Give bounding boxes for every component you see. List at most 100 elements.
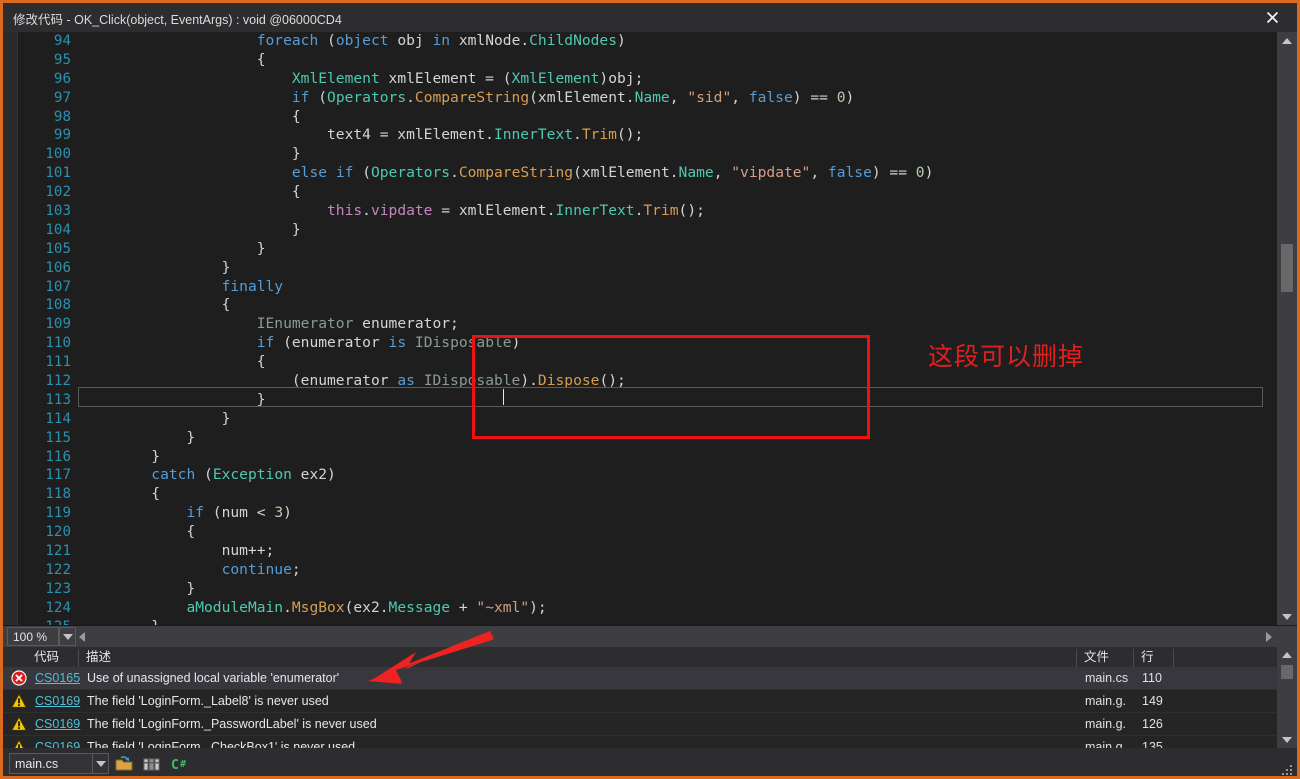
error-list-row[interactable]: CS0169 The field 'LoginForm._Label8' is n… xyxy=(3,690,1277,713)
error-file: main.g. xyxy=(1085,740,1126,748)
error-list-vertical-scrollbar[interactable] xyxy=(1277,647,1297,748)
error-list-row[interactable]: CS0169 The field 'LoginForm._CheckBox1' i… xyxy=(3,736,1277,748)
editor-vertical-scrollbar[interactable] xyxy=(1277,32,1297,625)
line-number: 125 xyxy=(17,618,71,625)
line-source: } xyxy=(81,428,196,446)
annotation-note: 这段可以删掉 xyxy=(928,342,1085,371)
code-line: 110 if (enumerator is IDisposable) xyxy=(17,334,1277,353)
code-line: 106 } xyxy=(17,259,1277,278)
code-line: 118 { xyxy=(17,485,1277,504)
line-source: { xyxy=(81,523,196,541)
column-header-line[interactable]: 行 xyxy=(1134,649,1174,667)
code-line: 100 } xyxy=(17,145,1277,164)
line-source: } xyxy=(81,239,266,257)
line-number: 98 xyxy=(53,108,71,125)
code-line: 109 IEnumerator enumerator; xyxy=(17,315,1277,334)
code-line: 94 foreach (object obj in xmlNode.ChildN… xyxy=(17,32,1277,51)
code-line: 98 { xyxy=(17,108,1277,127)
error-line-number: 149 xyxy=(1142,694,1163,708)
open-folder-icon[interactable] xyxy=(115,755,133,773)
error-description: The field 'LoginForm._Label8' is never u… xyxy=(87,694,329,708)
error-scroll-up-icon[interactable] xyxy=(1277,647,1297,663)
resize-grip[interactable] xyxy=(1282,765,1294,776)
code-line: 96 XmlElement xmlElement = (XmlElement)o… xyxy=(17,70,1277,89)
line-source: } xyxy=(71,618,160,625)
column-header-desc[interactable]: 描述 xyxy=(79,649,1077,667)
code-line: 123 } xyxy=(17,580,1277,599)
modify-code-window: 修改代码 - OK_Click(object, EventArgs) : voi… xyxy=(0,0,1300,779)
text-caret xyxy=(503,389,504,405)
line-source: { xyxy=(81,107,301,125)
line-source: else if (Operators.CompareString(xmlElem… xyxy=(291,164,934,182)
close-icon[interactable] xyxy=(1253,3,1291,32)
line-number: 105 xyxy=(45,240,71,257)
code-line: 108 { xyxy=(17,296,1277,315)
editor-scroll-thumb[interactable] xyxy=(1281,244,1293,292)
scrollbar-corner xyxy=(1277,626,1297,647)
line-source: text4 = xmlElement.InnerText.Trim(); xyxy=(81,126,644,144)
error-scroll-down-icon[interactable] xyxy=(1277,732,1297,748)
error-list-row[interactable]: CS0169 The field 'LoginForm._PasswordLabe… xyxy=(3,713,1277,736)
scroll-down-icon[interactable] xyxy=(1277,608,1297,625)
error-line-number: 110 xyxy=(1142,671,1162,685)
error-code-link[interactable]: CS0169 xyxy=(35,739,80,748)
line-number: 100 xyxy=(45,146,71,163)
line-number: 102 xyxy=(45,184,71,201)
csharp-icon[interactable]: C # xyxy=(171,755,189,773)
svg-text:C: C xyxy=(171,758,179,772)
error-code-link[interactable]: CS0169 xyxy=(35,693,80,709)
line-source: { xyxy=(81,183,301,201)
line-source: if (enumerator is IDisposable) xyxy=(256,334,521,352)
hscroll-left-arrow-icon[interactable] xyxy=(73,626,90,647)
file-select-value[interactable]: main.cs xyxy=(9,753,99,774)
error-icon xyxy=(11,670,27,686)
error-list-header: 代码 描述 文件行 xyxy=(3,647,1297,668)
error-list-body[interactable]: CS0165 Use of unassigned local variable '… xyxy=(3,667,1277,748)
line-number: 122 xyxy=(45,561,71,578)
error-scroll-thumb[interactable] xyxy=(1281,665,1293,679)
error-code-link[interactable]: CS0169 xyxy=(35,716,80,732)
code-text-area[interactable]: 94 foreach (object obj in xmlNode.ChildN… xyxy=(17,32,1277,625)
code-line: 107 finally xyxy=(17,278,1277,297)
code-line: 95 { xyxy=(17,51,1277,70)
error-line-number: 126 xyxy=(1142,717,1163,731)
code-line: 103 this.vipdate = xmlElement.InnerText.… xyxy=(17,202,1277,221)
line-number: 94 xyxy=(53,33,71,49)
line-number: 113 xyxy=(45,391,71,408)
code-line: 116 } xyxy=(17,448,1277,467)
column-header-file[interactable]: 文件 xyxy=(1077,649,1134,667)
library-icon[interactable] xyxy=(143,755,161,773)
line-number: 116 xyxy=(45,448,71,465)
error-list-row[interactable]: CS0165 Use of unassigned local variable '… xyxy=(3,667,1277,690)
line-number: 121 xyxy=(45,543,71,560)
svg-text:#: # xyxy=(180,759,186,770)
line-source: if (num < 3) xyxy=(186,504,292,522)
code-editor[interactable]: 94 foreach (object obj in xmlNode.ChildN… xyxy=(3,32,1297,625)
zoom-level-value[interactable]: 100 % xyxy=(7,627,59,646)
hscroll-right-arrow-icon[interactable] xyxy=(1260,626,1277,647)
line-number: 96 xyxy=(53,70,71,87)
error-description: The field 'LoginForm._CheckBox1' is neve… xyxy=(87,740,356,748)
error-file: main.g. xyxy=(1085,717,1126,731)
code-line: 112 (enumerator as IDisposable).Dispose(… xyxy=(17,372,1277,391)
code-line: 120 { xyxy=(17,523,1277,542)
error-line-number: 135 xyxy=(1142,740,1163,748)
line-source: { xyxy=(81,353,266,371)
file-select-chevron-down-icon[interactable] xyxy=(92,753,109,774)
code-line: 119 if (num < 3) xyxy=(17,504,1277,523)
line-source: aModuleMain.MsgBox(ex2.Message + "~xml")… xyxy=(186,598,547,616)
column-header-code[interactable]: 代码 xyxy=(27,649,79,667)
code-line: 125 } xyxy=(17,618,1277,625)
code-line: 117 catch (Exception ex2) xyxy=(17,466,1277,485)
line-number: 109 xyxy=(45,316,71,333)
scroll-up-icon[interactable] xyxy=(1277,32,1297,49)
line-source: { xyxy=(81,485,161,503)
line-number: 114 xyxy=(45,410,71,427)
line-source: } xyxy=(81,220,301,238)
code-line: 122 continue; xyxy=(17,561,1277,580)
error-code-link[interactable]: CS0165 xyxy=(35,670,80,686)
code-line: 111 { xyxy=(17,353,1277,372)
line-number: 101 xyxy=(45,165,71,182)
error-file: main.g. xyxy=(1085,694,1126,708)
code-line: 114 } xyxy=(17,410,1277,429)
